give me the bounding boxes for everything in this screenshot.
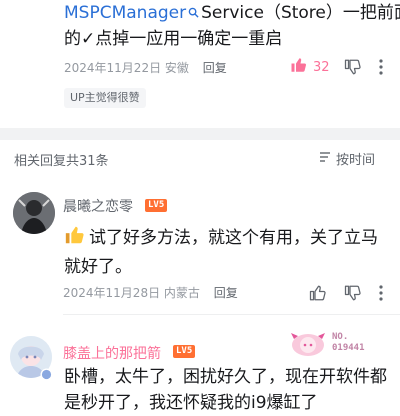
fan-medal-number: 019441 [332,343,365,353]
comment1-like-button[interactable] [309,284,327,306]
avatar-badge-icon [40,366,53,385]
fan-medal-no: NO. [332,332,349,342]
anime-character-icon [291,333,325,356]
comment2-text: 卧槽，太牛了，困扰好久了，现在开软件都 是秒开了，我还怀疑我的i9爆缸了 [64,364,400,416]
search-icon[interactable] [188,0,199,26]
sort-label: 按时间 [336,153,376,168]
like-count: 32 [313,59,330,75]
comment1-dislike-button[interactable] [344,284,362,306]
comment1-username[interactable]: 晨曦之恋零 [63,196,133,216]
comment1-date: 2024年11月28日 [63,286,161,300]
thumbs-up-icon [309,285,327,306]
top-comment-location: 安徽 [164,61,189,75]
more-options-button[interactable] [378,58,384,80]
sort-toggle-button[interactable]: 按时间 [318,149,375,168]
thumbs-down-icon [344,285,362,306]
comment2-line2: 是秒开了，我还怀疑我的i9爆缸了 [64,393,318,413]
thumbs-down-icon [344,59,362,80]
mspcmanager-link[interactable]: MSPCManager [64,3,186,23]
avatar[interactable] [13,192,55,234]
user-level-badge: LV5 [145,199,168,212]
top-comment-line2: 的✓点掉一应用一确定一重启 [64,29,283,49]
section-divider [0,128,400,140]
top-comment-reply-button[interactable]: 回复 [203,61,227,75]
comment1-location: 内蒙古 [163,286,200,300]
more-vertical-icon [378,59,384,80]
up-liked-badge: UP主觉得很赞 [64,88,146,108]
thumbs-up-icon [290,56,308,78]
comment1-line2: 就好了。 [64,257,132,277]
comment2-line1: 卧槽，太牛了，困扰好久了，现在开软件都 [64,367,387,387]
top-comment-meta: 2024年11月22日 安徽 回复 [64,60,227,76]
top-comment-date: 2024年11月22日 [64,61,162,75]
top-comment-like-button[interactable]: 32 [290,58,330,76]
dislike-button[interactable] [344,58,362,80]
comment1-text: 试了好多方法，就这个有用，关了立马 就好了。 [64,224,394,280]
comment1-reply-button[interactable]: 回复 [214,286,238,300]
comment-separator [63,314,400,315]
comment1-more-button[interactable] [378,284,384,306]
replies-count-title: 相关回复共31条 [14,154,109,169]
top-comment-line1-rest: Service（Store）一把前面 [201,3,400,23]
comment1-line1: 试了好多方法，就这个有用，关了立马 [64,224,394,254]
sort-icon [318,150,332,168]
comment1-meta: 2024年11月28日 内蒙古 回复 [63,285,238,301]
top-comment-text: MSPCManager Service（Store）一把前面 的✓点掉一应用一确… [64,0,400,52]
user-level-badge: LV5 [173,345,196,358]
thumbs-up-emoji-icon [64,224,86,254]
top-comment-line1: MSPCManager Service（Store）一把前面 [64,0,400,26]
fan-medal-badge: NO. 019441 [288,329,378,359]
comment2-username[interactable]: 膝盖上的那把箭 [63,343,161,363]
comment1-line1-text: 试了好多方法，就这个有用，关了立马 [89,228,378,248]
more-vertical-icon [378,285,384,306]
